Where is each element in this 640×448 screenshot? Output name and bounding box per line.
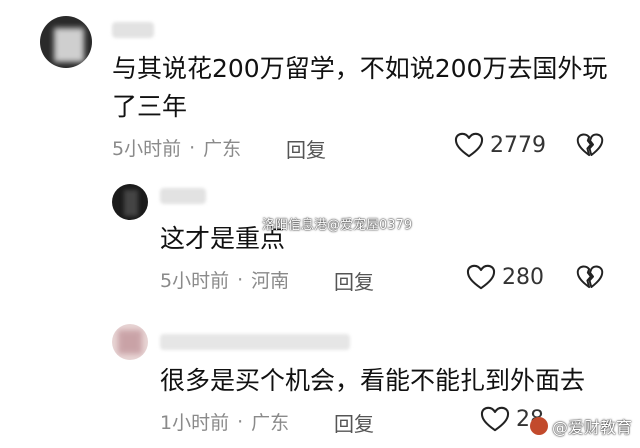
comment-time: 5小时前 (160, 270, 230, 292)
comment-location: 河南 (251, 270, 290, 292)
username-blurred[interactable] (160, 188, 206, 204)
dislike-button[interactable] (576, 131, 604, 163)
comment-text: 很多是买个机会，看能不能扎到外面去 (160, 362, 585, 400)
like-count: 2779 (490, 132, 546, 158)
avatar[interactable] (112, 324, 148, 360)
comment-text-line: 很多是买个机会，看能不能扎到外面去 (160, 366, 586, 395)
comment-meta: 1小时前 · 广东 (160, 408, 289, 435)
comment-text: 与其说花200万留学，不如说200万去国外玩 了三年 (112, 50, 607, 126)
watermark-center: 洛阳信息港@爱宠屋0379 (262, 218, 413, 233)
comment-location: 广东 (251, 412, 290, 434)
avatar[interactable] (40, 16, 92, 68)
comment-meta: 5小时前 · 河南 (160, 266, 289, 293)
comment-meta: 5小时前 · 广东 (112, 134, 241, 161)
meta-separator: · (189, 136, 196, 159)
comment-time: 1小时前 (160, 412, 230, 434)
comment-time: 5小时前 (112, 138, 182, 160)
reply-button[interactable]: 回复 (334, 266, 374, 295)
dislike-button[interactable] (576, 263, 604, 295)
heart-outline-icon (466, 264, 496, 290)
username-blurred[interactable] (160, 334, 350, 350)
like-count: 280 (502, 264, 544, 290)
watermark-logo-icon (530, 417, 548, 435)
comment-text-line: 与其说花200万留学，不如说200万去国外玩 (112, 54, 608, 83)
avatar[interactable] (112, 184, 148, 220)
like-button[interactable]: 2779 (454, 131, 546, 159)
broken-heart-icon (576, 133, 604, 157)
meta-separator: · (237, 410, 244, 433)
like-button[interactable]: 280 (466, 263, 544, 291)
reply-button[interactable]: 回复 (286, 134, 326, 163)
heart-outline-icon (480, 406, 510, 432)
heart-outline-icon (454, 132, 484, 158)
username-blurred[interactable] (112, 22, 154, 38)
meta-separator: · (237, 268, 244, 291)
comment-text-line: 了三年 (112, 92, 188, 121)
watermark-corner-text: @爱财教育 (552, 418, 633, 437)
watermark-corner: @爱财教育 (530, 414, 632, 438)
comment-location: 广东 (203, 138, 242, 160)
broken-heart-icon (576, 265, 604, 289)
reply-button[interactable]: 回复 (334, 408, 374, 437)
